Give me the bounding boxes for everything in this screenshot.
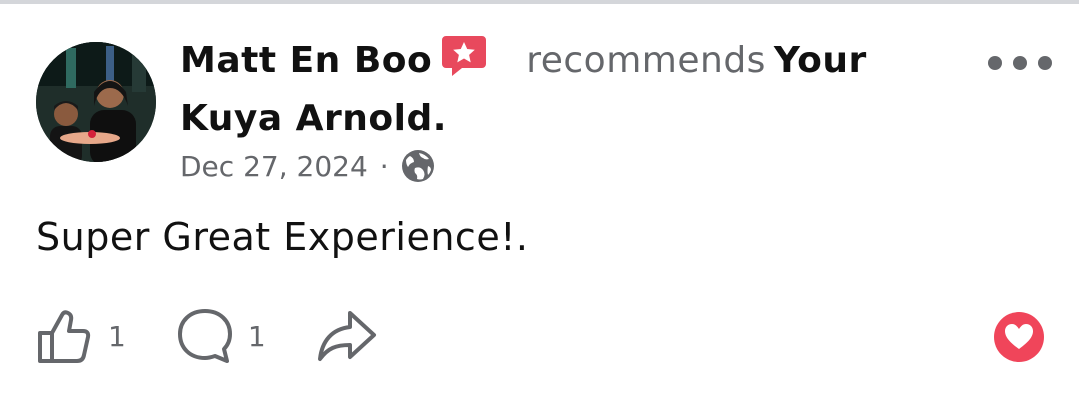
comment-icon (176, 307, 234, 365)
action-text: recommends (526, 40, 766, 81)
post-body-text: Super Great Experience!. (36, 215, 529, 259)
like-count: 1 (108, 319, 126, 353)
avatar[interactable] (36, 42, 156, 162)
top-divider (0, 0, 1079, 4)
post-date[interactable]: Dec 27, 2024 (180, 150, 368, 183)
globe-icon[interactable] (401, 149, 435, 183)
avatar-photo (36, 42, 156, 162)
author-name[interactable]: Matt En Boo (180, 40, 432, 81)
more-options-button[interactable] (988, 48, 1052, 78)
heart-reaction-button[interactable] (994, 312, 1044, 362)
comment-count: 1 (247, 319, 266, 353)
post-header: Matt En Boo recommends Your Kuya Arnold. (180, 34, 960, 145)
comment-button[interactable]: 1 (176, 307, 266, 365)
more-options-dot (1013, 56, 1027, 70)
meta-separator: · (379, 149, 389, 183)
share-button[interactable] (316, 307, 378, 365)
thumbs-up-icon (36, 307, 94, 365)
more-options-dot (988, 56, 1002, 70)
heart-icon (1004, 323, 1034, 351)
like-button[interactable]: 1 (36, 307, 126, 365)
post-actions-bar: 1 1 (36, 304, 428, 368)
more-options-dot (1038, 56, 1052, 70)
post-meta: Dec 27, 2024 · (180, 146, 435, 186)
share-icon (316, 307, 378, 365)
header-period: . (432, 98, 447, 139)
recommendation-star-icon (440, 34, 488, 93)
